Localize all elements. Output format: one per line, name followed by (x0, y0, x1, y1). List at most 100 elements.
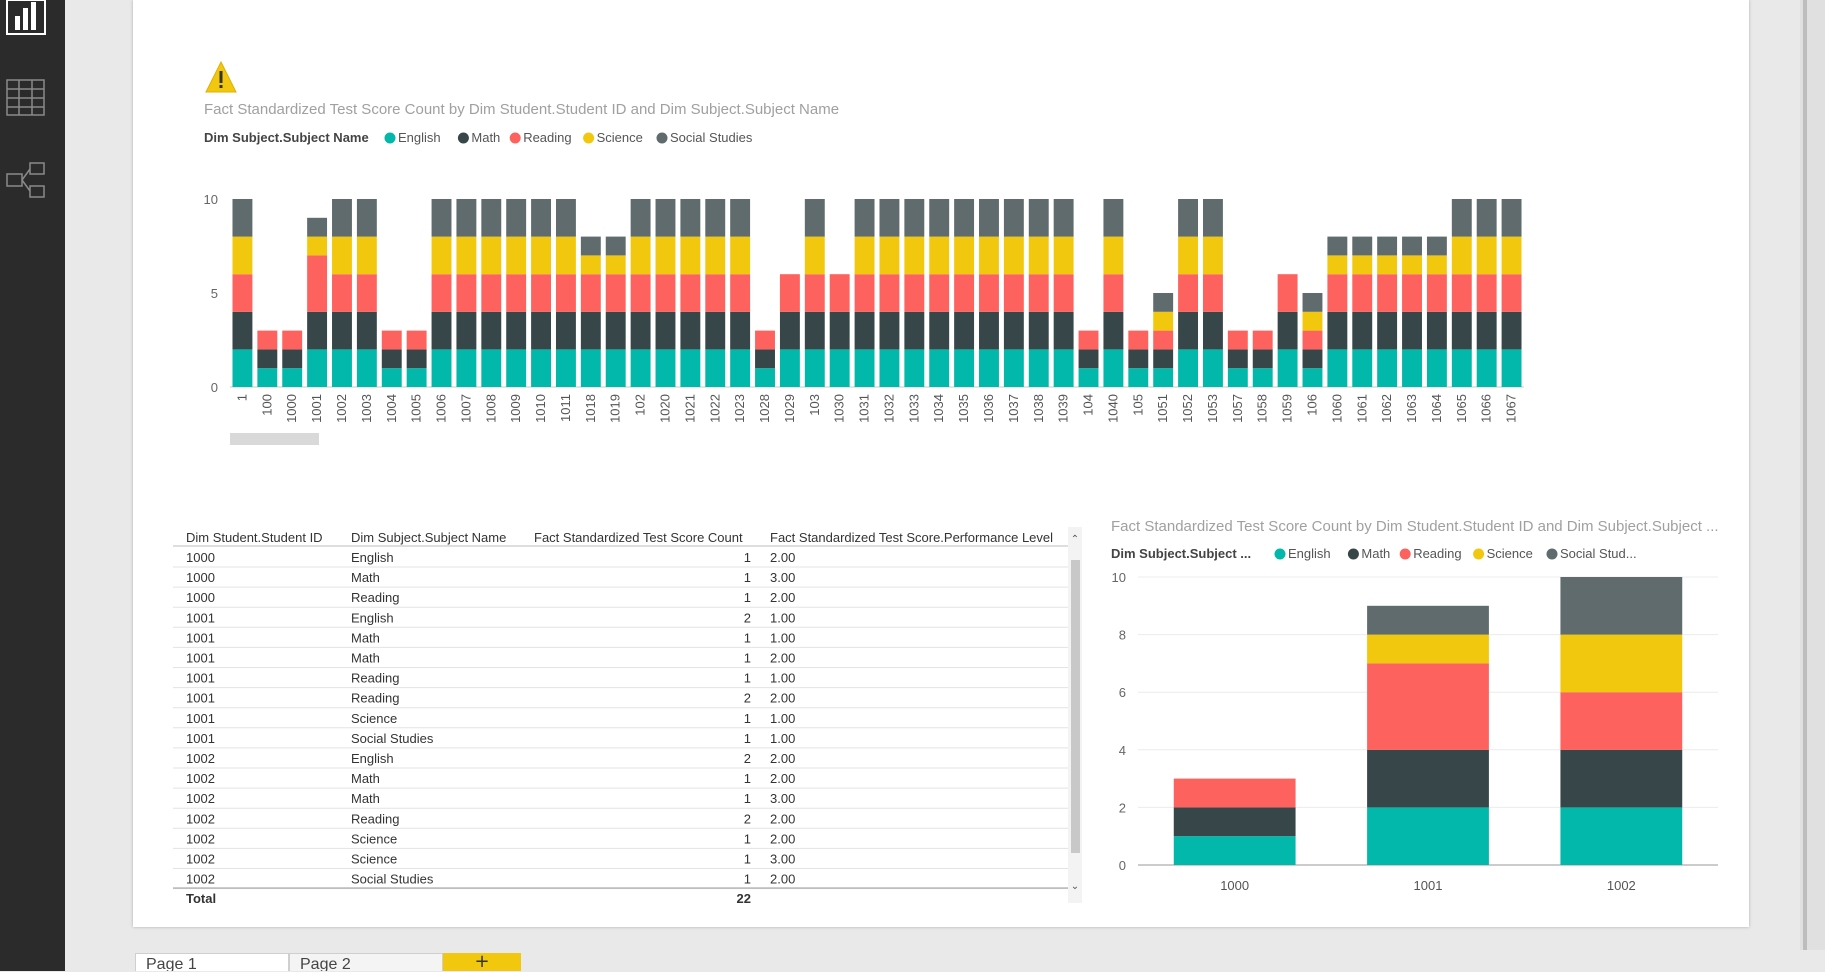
bar-segment[interactable] (1103, 349, 1124, 387)
bar-segment[interactable] (1252, 330, 1273, 350)
bar-segment[interactable] (1103, 311, 1124, 350)
bar-segment[interactable] (605, 349, 626, 387)
bar-segment[interactable] (630, 199, 651, 237)
bar-segment[interactable] (406, 349, 427, 369)
bar-segment[interactable] (406, 330, 427, 350)
bar-segment[interactable] (481, 349, 502, 387)
bar-segment[interactable] (456, 349, 477, 387)
bar-segment[interactable] (705, 349, 726, 387)
bar-segment[interactable] (580, 274, 601, 312)
bar-segment[interactable] (630, 311, 651, 350)
bar-segment[interactable] (1078, 330, 1099, 350)
bar-segment[interactable] (979, 349, 999, 387)
bar-segment[interactable] (904, 274, 925, 312)
bar-segment[interactable] (1103, 274, 1124, 312)
bar-segment[interactable] (1028, 274, 1049, 312)
bar-segment[interactable] (431, 274, 452, 312)
bar-segment[interactable] (456, 236, 477, 275)
bar-segment[interactable] (282, 330, 303, 350)
bar-segment[interactable] (979, 311, 999, 350)
bar-segment[interactable] (1476, 274, 1497, 312)
bar-segment[interactable] (954, 199, 975, 237)
bar-segment[interactable] (356, 311, 377, 350)
bar-segment[interactable] (531, 349, 552, 387)
bar-segment[interactable] (755, 330, 775, 350)
bar-segment[interactable] (1178, 236, 1199, 275)
bar-segment[interactable] (1476, 199, 1497, 237)
bar-segment[interactable] (456, 311, 477, 350)
bar-segment[interactable] (1053, 236, 1074, 275)
bar-segment[interactable] (1377, 349, 1398, 387)
bar-segment[interactable] (1078, 349, 1099, 369)
bar-segment[interactable] (232, 199, 253, 237)
bar-segment[interactable] (1028, 199, 1049, 237)
bar-segment[interactable] (979, 274, 999, 312)
bar-segment[interactable] (854, 349, 875, 387)
bar-segment[interactable] (1202, 349, 1223, 387)
bar-segment[interactable] (1451, 236, 1472, 275)
bar-segment[interactable] (680, 274, 701, 312)
bar-segment[interactable] (1153, 368, 1174, 387)
bar-segment[interactable] (1402, 311, 1422, 350)
bar-segment[interactable] (655, 236, 676, 275)
bar-segment[interactable] (1078, 368, 1099, 387)
bar-segment[interactable] (1426, 311, 1447, 350)
bar-segment[interactable] (655, 349, 676, 387)
bar-segment[interactable] (1352, 311, 1373, 350)
bar-segment[interactable] (1277, 349, 1298, 387)
bar-segment[interactable] (431, 199, 452, 237)
bar-segment[interactable] (1367, 605, 1489, 635)
bar-segment[interactable] (605, 255, 626, 275)
bar-segment[interactable] (257, 330, 278, 350)
bar-segment[interactable] (1103, 199, 1124, 237)
main-chart-scrollbar[interactable] (230, 433, 319, 445)
bar-segment[interactable] (954, 349, 975, 387)
bar-segment[interactable] (879, 236, 900, 275)
bar-segment[interactable] (829, 311, 850, 350)
bar-segment[interactable] (929, 349, 950, 387)
bar-segment[interactable] (406, 368, 427, 387)
bar-segment[interactable] (307, 236, 328, 256)
bar-segment[interactable] (1501, 274, 1522, 312)
bar-segment[interactable] (1327, 274, 1348, 312)
bar-segment[interactable] (1227, 349, 1248, 369)
bar-segment[interactable] (1426, 274, 1447, 312)
bar-segment[interactable] (1451, 199, 1472, 237)
bar-segment[interactable] (779, 274, 800, 312)
bar-segment[interactable] (1367, 749, 1489, 808)
bar-segment[interactable] (332, 311, 352, 350)
bar-segment[interactable] (307, 217, 328, 237)
bar-segment[interactable] (879, 199, 900, 237)
bar-segment[interactable] (1053, 349, 1074, 387)
bar-segment[interactable] (506, 274, 527, 312)
bar-segment[interactable] (1560, 749, 1683, 808)
bar-segment[interactable] (605, 311, 626, 350)
bar-segment[interactable] (580, 236, 601, 256)
bar-segment[interactable] (456, 199, 477, 237)
bar-segment[interactable] (1327, 311, 1348, 350)
add-page-button[interactable]: + (443, 953, 521, 971)
bar-segment[interactable] (1202, 199, 1223, 237)
bar-segment[interactable] (1402, 255, 1422, 275)
bar-segment[interactable] (307, 255, 328, 312)
bar-segment[interactable] (730, 199, 751, 237)
bar-segment[interactable] (1476, 311, 1497, 350)
bar-segment[interactable] (1367, 634, 1489, 664)
bar-segment[interactable] (929, 236, 950, 275)
bar-segment[interactable] (630, 274, 651, 312)
bar-segment[interactable] (1560, 807, 1683, 865)
bar-segment[interactable] (904, 199, 925, 237)
tab-page-2[interactable]: Page 2 (289, 953, 443, 971)
bar-segment[interactable] (804, 311, 825, 350)
bar-segment[interactable] (1128, 368, 1149, 387)
bar-segment[interactable] (1501, 236, 1522, 275)
bar-segment[interactable] (1003, 349, 1024, 387)
bar-segment[interactable] (680, 199, 701, 237)
bar-segment[interactable] (854, 311, 875, 350)
bar-segment[interactable] (730, 236, 751, 275)
bar-segment[interactable] (655, 199, 676, 237)
bar-segment[interactable] (1560, 577, 1683, 635)
bar-segment[interactable] (580, 349, 601, 387)
bar-segment[interactable] (1451, 274, 1472, 312)
bar-segment[interactable] (332, 236, 352, 275)
